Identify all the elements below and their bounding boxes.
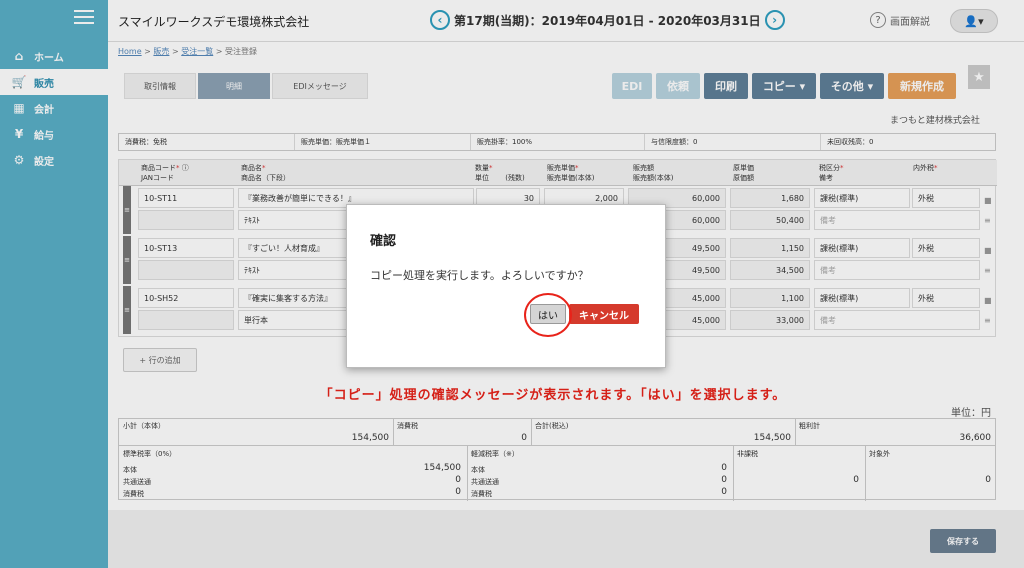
- highlight-circle: [524, 293, 572, 337]
- confirm-dialog: 確認 コピー処理を実行します。よろしいですか？ はい キャンセル: [346, 204, 666, 368]
- cancel-button[interactable]: キャンセル: [569, 304, 639, 324]
- dialog-message: コピー処理を実行します。よろしいですか？: [370, 269, 589, 282]
- dialog-title: 確認: [370, 234, 397, 249]
